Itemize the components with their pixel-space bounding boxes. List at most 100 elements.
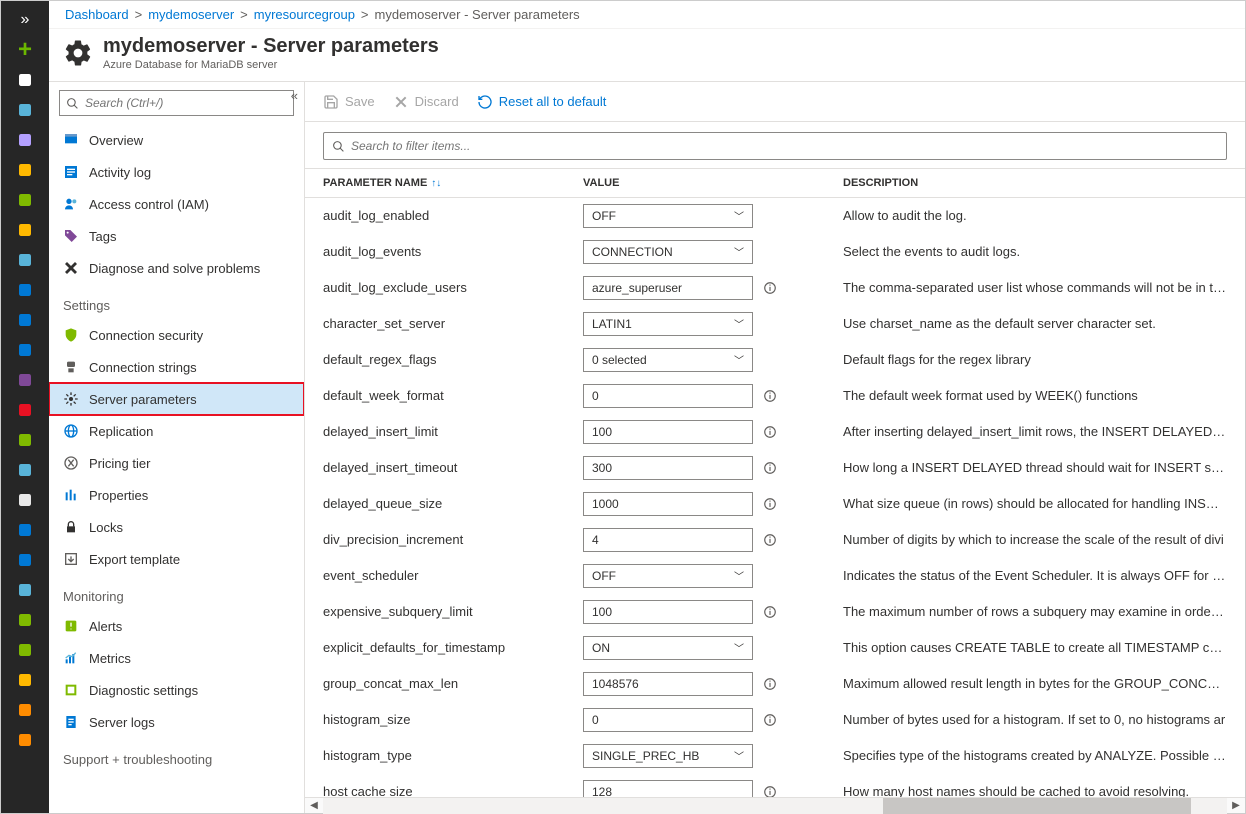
sidebar-item-metrics[interactable]: Metrics (49, 642, 304, 674)
sidebar-item-label: Export template (89, 552, 180, 567)
rail-item-18[interactable] (1, 605, 49, 635)
sidebar-item-diagnose-and-solve-problems[interactable]: Diagnose and solve problems (49, 252, 304, 284)
sidebar-item-replication[interactable]: Replication (49, 415, 304, 447)
scroll-left-arrow[interactable]: ◀ (305, 800, 323, 811)
sidebar-item-server-logs[interactable]: Server logs (49, 706, 304, 738)
value-input[interactable] (592, 713, 744, 727)
filter-box[interactable] (323, 132, 1227, 160)
horizontal-scrollbar[interactable]: ◀ ▶ (305, 797, 1245, 813)
value-textbox[interactable] (583, 780, 753, 798)
sidebar-item-overview[interactable]: Overview (49, 124, 304, 156)
rail-item-19[interactable] (1, 635, 49, 665)
sidebar-item-access-control-iam-[interactable]: Access control (IAM) (49, 188, 304, 220)
rail-item-20[interactable] (1, 665, 49, 695)
info-icon (763, 713, 777, 727)
rail-expand[interactable]: » (1, 5, 49, 35)
rail-item-12[interactable] (1, 425, 49, 455)
sidebar-item-locks[interactable]: Locks (49, 511, 304, 543)
breadcrumb-item[interactable]: myresourcegroup (254, 7, 355, 22)
rail-item-0[interactable] (1, 65, 49, 95)
rail-item-16[interactable] (1, 545, 49, 575)
col-header-description[interactable]: Description (825, 169, 1245, 198)
discard-label: Discard (415, 94, 459, 109)
save-label: Save (345, 94, 375, 109)
value-textbox[interactable] (583, 384, 753, 408)
rail-item-3[interactable] (1, 155, 49, 185)
col-header-name[interactable]: Parameter Name↑↓ (305, 169, 565, 198)
value-dropdown[interactable]: CONNECTION﹀ (583, 240, 753, 264)
rail-item-15[interactable] (1, 515, 49, 545)
value-input[interactable] (592, 497, 744, 511)
value-input[interactable] (592, 533, 744, 547)
collapse-nav-icon[interactable]: « (291, 88, 298, 103)
reset-button[interactable]: Reset all to default (477, 94, 607, 110)
value-textbox[interactable] (583, 276, 753, 300)
sidebar-item-label: Alerts (89, 619, 122, 634)
blade-title-row: mydemoserver - Server parameters Azure D… (49, 29, 1245, 81)
sidebar-item-pricing-tier[interactable]: Pricing tier (49, 447, 304, 479)
sidebar-item-server-parameters[interactable]: Server parameters (49, 383, 304, 415)
sidebar-item-properties[interactable]: Properties (49, 479, 304, 511)
param-desc-cell: This option causes CREATE TABLE to creat… (825, 630, 1245, 666)
scroll-track[interactable] (323, 798, 1227, 814)
value-input[interactable] (592, 389, 744, 403)
value-input[interactable] (592, 785, 744, 798)
value-textbox[interactable] (583, 708, 753, 732)
table-row: delayed_insert_timeout How long a INSERT… (305, 450, 1245, 486)
rail-item-17[interactable] (1, 575, 49, 605)
value-input[interactable] (592, 281, 744, 295)
filter-input[interactable] (351, 139, 1218, 153)
value-dropdown[interactable]: OFF﹀ (583, 204, 753, 228)
value-dropdown[interactable]: SINGLE_PREC_HB﹀ (583, 744, 753, 768)
value-dropdown[interactable]: LATIN1﹀ (583, 312, 753, 336)
alerts-icon (63, 618, 79, 634)
value-textbox[interactable] (583, 492, 753, 516)
rail-item-6[interactable] (1, 245, 49, 275)
sidebar-item-export-template[interactable]: Export template (49, 543, 304, 575)
sidebar-item-connection-security[interactable]: Connection security (49, 319, 304, 351)
rail-item-1[interactable] (1, 95, 49, 125)
rail-item-22[interactable] (1, 725, 49, 755)
value-dropdown[interactable]: OFF﹀ (583, 564, 753, 588)
scroll-right-arrow[interactable]: ▶ (1227, 800, 1245, 811)
value-input[interactable] (592, 461, 744, 475)
value-input[interactable] (592, 677, 744, 691)
value-dropdown[interactable]: ON﹀ (583, 636, 753, 660)
breadcrumb-item[interactable]: mydemoserver (148, 7, 234, 22)
sidebar-item-tags[interactable]: Tags (49, 220, 304, 252)
discard-button[interactable]: Discard (393, 94, 459, 110)
sidebar-item-label: Diagnose and solve problems (89, 261, 260, 276)
sidebar-item-diagnostic-settings[interactable]: Diagnostic settings (49, 674, 304, 706)
sidebar-item-activity-log[interactable]: Activity log (49, 156, 304, 188)
nav-search-input[interactable] (85, 96, 287, 110)
table-row: histogram_size Number of bytes used for … (305, 702, 1245, 738)
value-input[interactable] (592, 425, 744, 439)
rail-item-14[interactable] (1, 485, 49, 515)
rail-item-21[interactable] (1, 695, 49, 725)
rail-create[interactable]: + (1, 35, 49, 65)
value-textbox[interactable] (583, 420, 753, 444)
save-button[interactable]: Save (323, 94, 375, 110)
rail-item-9[interactable] (1, 335, 49, 365)
rail-item-8[interactable] (1, 305, 49, 335)
value-dropdown[interactable]: 0 selected﹀ (583, 348, 753, 372)
rail-item-11[interactable] (1, 395, 49, 425)
rail-item-4[interactable] (1, 185, 49, 215)
value-textbox[interactable] (583, 600, 753, 624)
sidebar-item-alerts[interactable]: Alerts (49, 610, 304, 642)
rail-item-10[interactable] (1, 365, 49, 395)
nav-search-box[interactable] (59, 90, 294, 116)
col-header-value[interactable]: Value (565, 169, 825, 198)
scroll-thumb[interactable] (883, 798, 1190, 814)
rail-item-2[interactable] (1, 125, 49, 155)
rail-item-5[interactable] (1, 215, 49, 245)
breadcrumb-item[interactable]: Dashboard (65, 7, 129, 22)
value-input[interactable] (592, 605, 744, 619)
value-textbox[interactable] (583, 456, 753, 480)
rail-item-13[interactable] (1, 455, 49, 485)
diagnose-icon (63, 260, 79, 276)
value-textbox[interactable] (583, 672, 753, 696)
value-textbox[interactable] (583, 528, 753, 552)
rail-item-7[interactable] (1, 275, 49, 305)
sidebar-item-connection-strings[interactable]: Connection strings (49, 351, 304, 383)
